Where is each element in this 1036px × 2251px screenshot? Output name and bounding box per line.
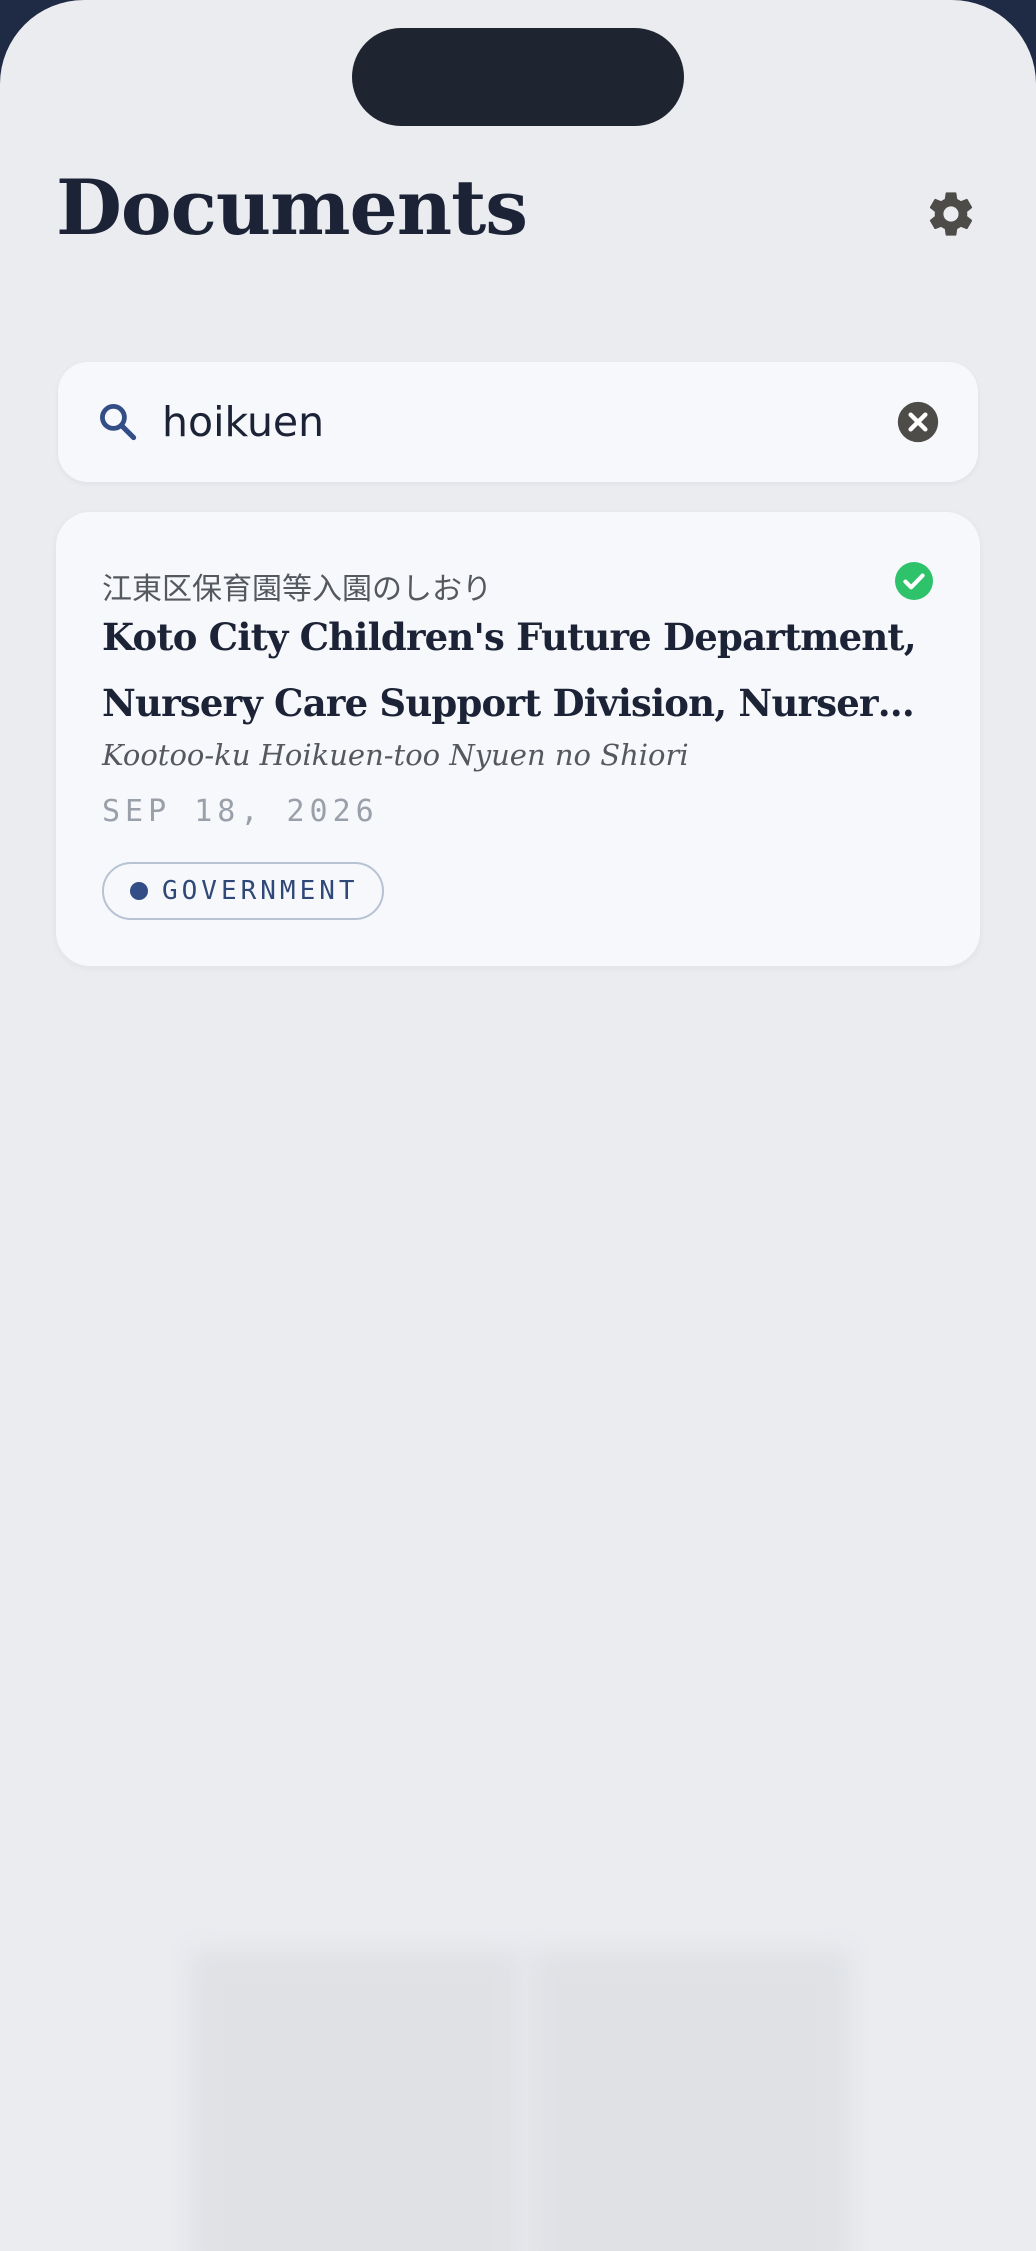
- settings-button[interactable]: [922, 185, 980, 243]
- document-card[interactable]: 江東区保育園等入園のしおり Koto City Children's Futur…: [56, 512, 980, 966]
- blurred-placeholder: [190, 1950, 520, 2251]
- document-romanized-title: Kootoo-ku Hoikuen-too Nyuen no Shiori: [102, 738, 689, 772]
- tag-dot: [130, 882, 148, 900]
- blurred-placeholder: [530, 1950, 850, 2251]
- check-circle-icon: [895, 562, 933, 600]
- search-bar[interactable]: [58, 362, 978, 482]
- document-date: SEP 18, 2026: [102, 794, 379, 829]
- page-title: Documents: [56, 163, 528, 252]
- search-input[interactable]: [162, 388, 862, 456]
- search-icon: [100, 404, 137, 441]
- category-tag[interactable]: GOVERNMENT: [102, 862, 384, 920]
- dynamic-island: [352, 28, 684, 126]
- tag-label: GOVERNMENT: [162, 876, 359, 906]
- document-title: Koto City Children's Future Department, …: [102, 615, 917, 725]
- screen: Documents 江東区保育園等入園のしおり Koto City Childr…: [0, 0, 1036, 2251]
- document-japanese-title: 江東区保育園等入園のしおり: [102, 572, 492, 607]
- clear-icon[interactable]: [896, 400, 940, 444]
- gear-icon: [929, 192, 973, 236]
